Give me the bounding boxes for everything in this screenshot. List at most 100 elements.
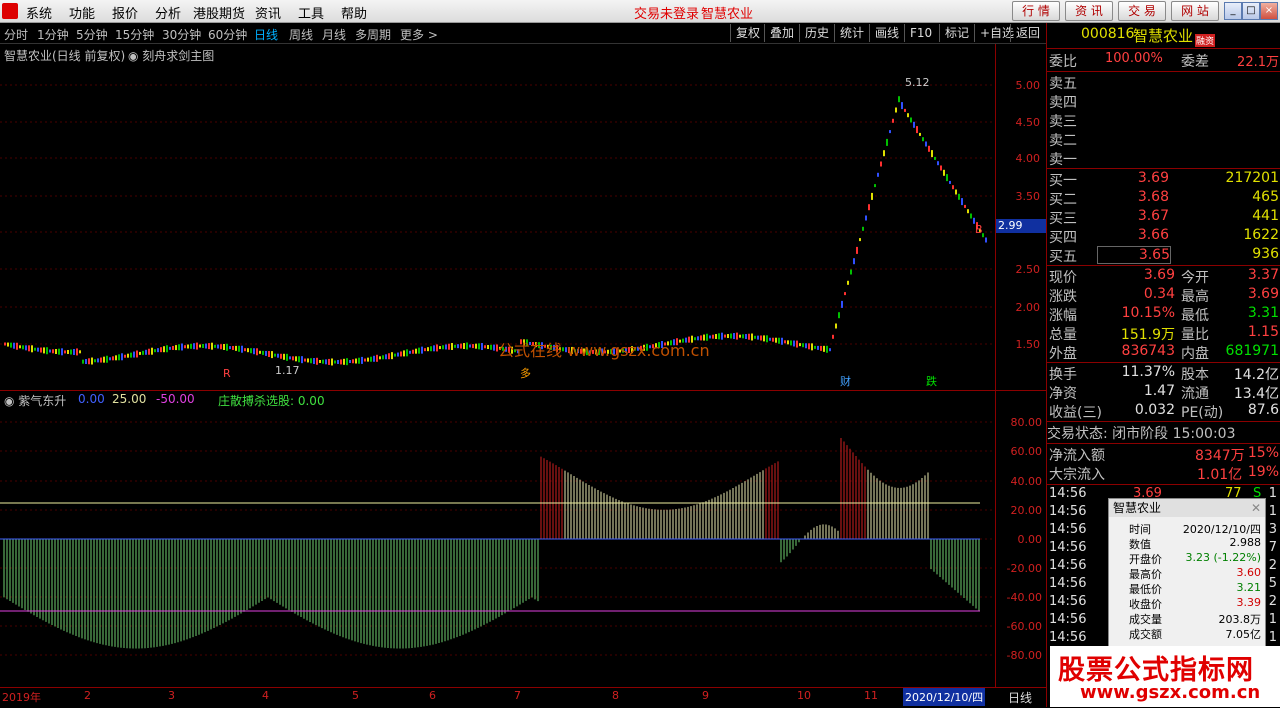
tick-count: 1 xyxy=(1268,630,1277,645)
maximize-icon[interactable]: □ xyxy=(1242,2,1260,20)
candle xyxy=(253,348,255,355)
tool-f10[interactable]: F10 xyxy=(904,24,937,42)
period-weekly[interactable]: 周线 xyxy=(289,26,313,43)
close-icon[interactable]: × xyxy=(1260,2,1278,20)
buy-row[interactable]: 买四 3.66 1622 xyxy=(1047,227,1280,246)
menu-help[interactable]: 帮助 xyxy=(341,3,367,22)
tick-time: 14:56 xyxy=(1049,594,1087,609)
tooltip-key: 最高价 xyxy=(1129,568,1162,581)
menu-system[interactable]: 系统 xyxy=(26,3,52,22)
buy-label: 买二 xyxy=(1049,192,1077,208)
period-5min[interactable]: 5分钟 xyxy=(76,26,108,43)
candle xyxy=(700,335,702,341)
candle xyxy=(103,356,105,363)
candle xyxy=(385,354,387,360)
candle xyxy=(19,345,21,349)
candle xyxy=(157,348,159,353)
tool-fq[interactable]: 复权 xyxy=(730,24,765,42)
sell-row[interactable]: 卖四 xyxy=(1047,92,1280,111)
candle xyxy=(853,258,855,265)
candle xyxy=(52,349,54,354)
candle xyxy=(304,358,306,362)
sell-row[interactable]: 卖三 xyxy=(1047,111,1280,130)
candlestick-chart[interactable]: 5.12 1.17 R B 多 财 跌 公式在线 www.gszx.com.cn xyxy=(0,44,995,390)
period-30min[interactable]: 30分钟 xyxy=(162,26,201,43)
period-monthly[interactable]: 月线 xyxy=(322,26,346,43)
menu-hk-futures[interactable]: 港股期货 xyxy=(193,3,245,22)
sell-row[interactable]: 卖二 xyxy=(1047,130,1280,149)
tick-time: 14:56 xyxy=(1049,540,1087,555)
period-tick[interactable]: 分时 xyxy=(4,26,28,43)
buy-row[interactable]: 买三 3.67 441 xyxy=(1047,208,1280,227)
trade-button[interactable]: 交 易 xyxy=(1118,1,1166,21)
period-multi[interactable]: 多周期 xyxy=(355,26,391,43)
candle xyxy=(805,343,807,349)
candle xyxy=(133,351,135,358)
low-annotation: 1.17 xyxy=(275,364,300,377)
stat-row: 收益(三) 0.032 PE(动) 87.6 xyxy=(1047,402,1280,421)
candle xyxy=(358,357,360,364)
tool-draw[interactable]: 画线 xyxy=(869,24,904,42)
candle xyxy=(931,150,933,158)
period-more[interactable]: 更多 > xyxy=(400,26,438,43)
website-button[interactable]: 网 站 xyxy=(1171,1,1219,21)
candle xyxy=(448,343,450,350)
candle xyxy=(892,118,894,123)
tooltip-value: 3.23 (-1.22%) xyxy=(1185,551,1262,564)
buy-row[interactable]: 买二 3.68 465 xyxy=(1047,189,1280,208)
tool-mark[interactable]: 标记 xyxy=(939,24,974,42)
period-1min[interactable]: 1分钟 xyxy=(37,26,69,43)
tooltip-close-icon[interactable]: ✕ xyxy=(1251,501,1261,515)
minimize-icon[interactable]: _ xyxy=(1224,2,1242,20)
period-60min[interactable]: 60分钟 xyxy=(208,26,247,43)
net-inflow-label: 净流入额 xyxy=(1049,448,1105,464)
menu-quote[interactable]: 报价 xyxy=(112,3,138,22)
candle xyxy=(481,343,483,351)
candle xyxy=(460,343,462,349)
tool-overlay[interactable]: 叠加 xyxy=(764,24,799,42)
buy-row[interactable]: 买一 3.69 217201 xyxy=(1047,170,1280,189)
menu-tools[interactable]: 工具 xyxy=(298,3,324,22)
osc-tick: 80.00 xyxy=(1010,416,1043,429)
news-button[interactable]: 资 讯 xyxy=(1065,1,1113,21)
candle xyxy=(313,358,315,365)
market-button[interactable]: 行 情 xyxy=(1012,1,1060,21)
candle xyxy=(811,343,813,351)
stat-label: 收益(三) xyxy=(1049,405,1102,421)
candle xyxy=(379,356,381,360)
tooltip-row: 时间 2020/12/10/四 xyxy=(1109,521,1265,536)
candle xyxy=(46,347,48,355)
candle xyxy=(202,344,204,348)
tool-history[interactable]: 历史 xyxy=(799,24,834,42)
tooltip-title: 智慧农业 xyxy=(1109,499,1265,517)
candle xyxy=(13,342,15,349)
osc-tick: -60.00 xyxy=(1006,620,1042,633)
candle xyxy=(40,347,42,353)
candle xyxy=(466,342,468,350)
sell-row[interactable]: 卖一 xyxy=(1047,149,1280,168)
tooltip-row: 成交量 203.8万 xyxy=(1109,611,1265,626)
tool-back[interactable]: 返回 xyxy=(1010,24,1045,42)
candle xyxy=(145,349,147,355)
menu-analysis[interactable]: 分析 xyxy=(155,3,181,22)
tool-stats[interactable]: 统计 xyxy=(834,24,869,42)
candle xyxy=(151,347,153,355)
candle xyxy=(262,350,264,355)
buy-row[interactable]: 买五 3.65 936 xyxy=(1047,246,1280,265)
candle xyxy=(373,355,375,362)
period-daily[interactable]: 日线 xyxy=(254,26,278,43)
candle xyxy=(184,345,186,349)
oscillator-axis: 80.00 60.00 40.00 20.00 0.00 -20.00 -40.… xyxy=(996,391,1046,687)
menu-info[interactable]: 资讯 xyxy=(255,3,281,22)
high-annotation: 5.12 xyxy=(905,76,930,89)
oscillator-chart[interactable] xyxy=(0,391,995,687)
candle xyxy=(856,246,858,254)
candle xyxy=(112,356,114,361)
data-tooltip-window[interactable]: 智慧农业 ✕ 时间 2020/12/10/四 数值 2.988 开盘价 3.23… xyxy=(1108,498,1266,650)
sell-row[interactable]: 卖五 xyxy=(1047,73,1280,92)
menu-function[interactable]: 功能 xyxy=(69,3,95,22)
stat-label: 总量 xyxy=(1049,327,1077,343)
period-15min[interactable]: 15分钟 xyxy=(115,26,154,43)
x-label: 8 xyxy=(612,689,619,702)
tooltip-key: 数值 xyxy=(1129,538,1151,551)
